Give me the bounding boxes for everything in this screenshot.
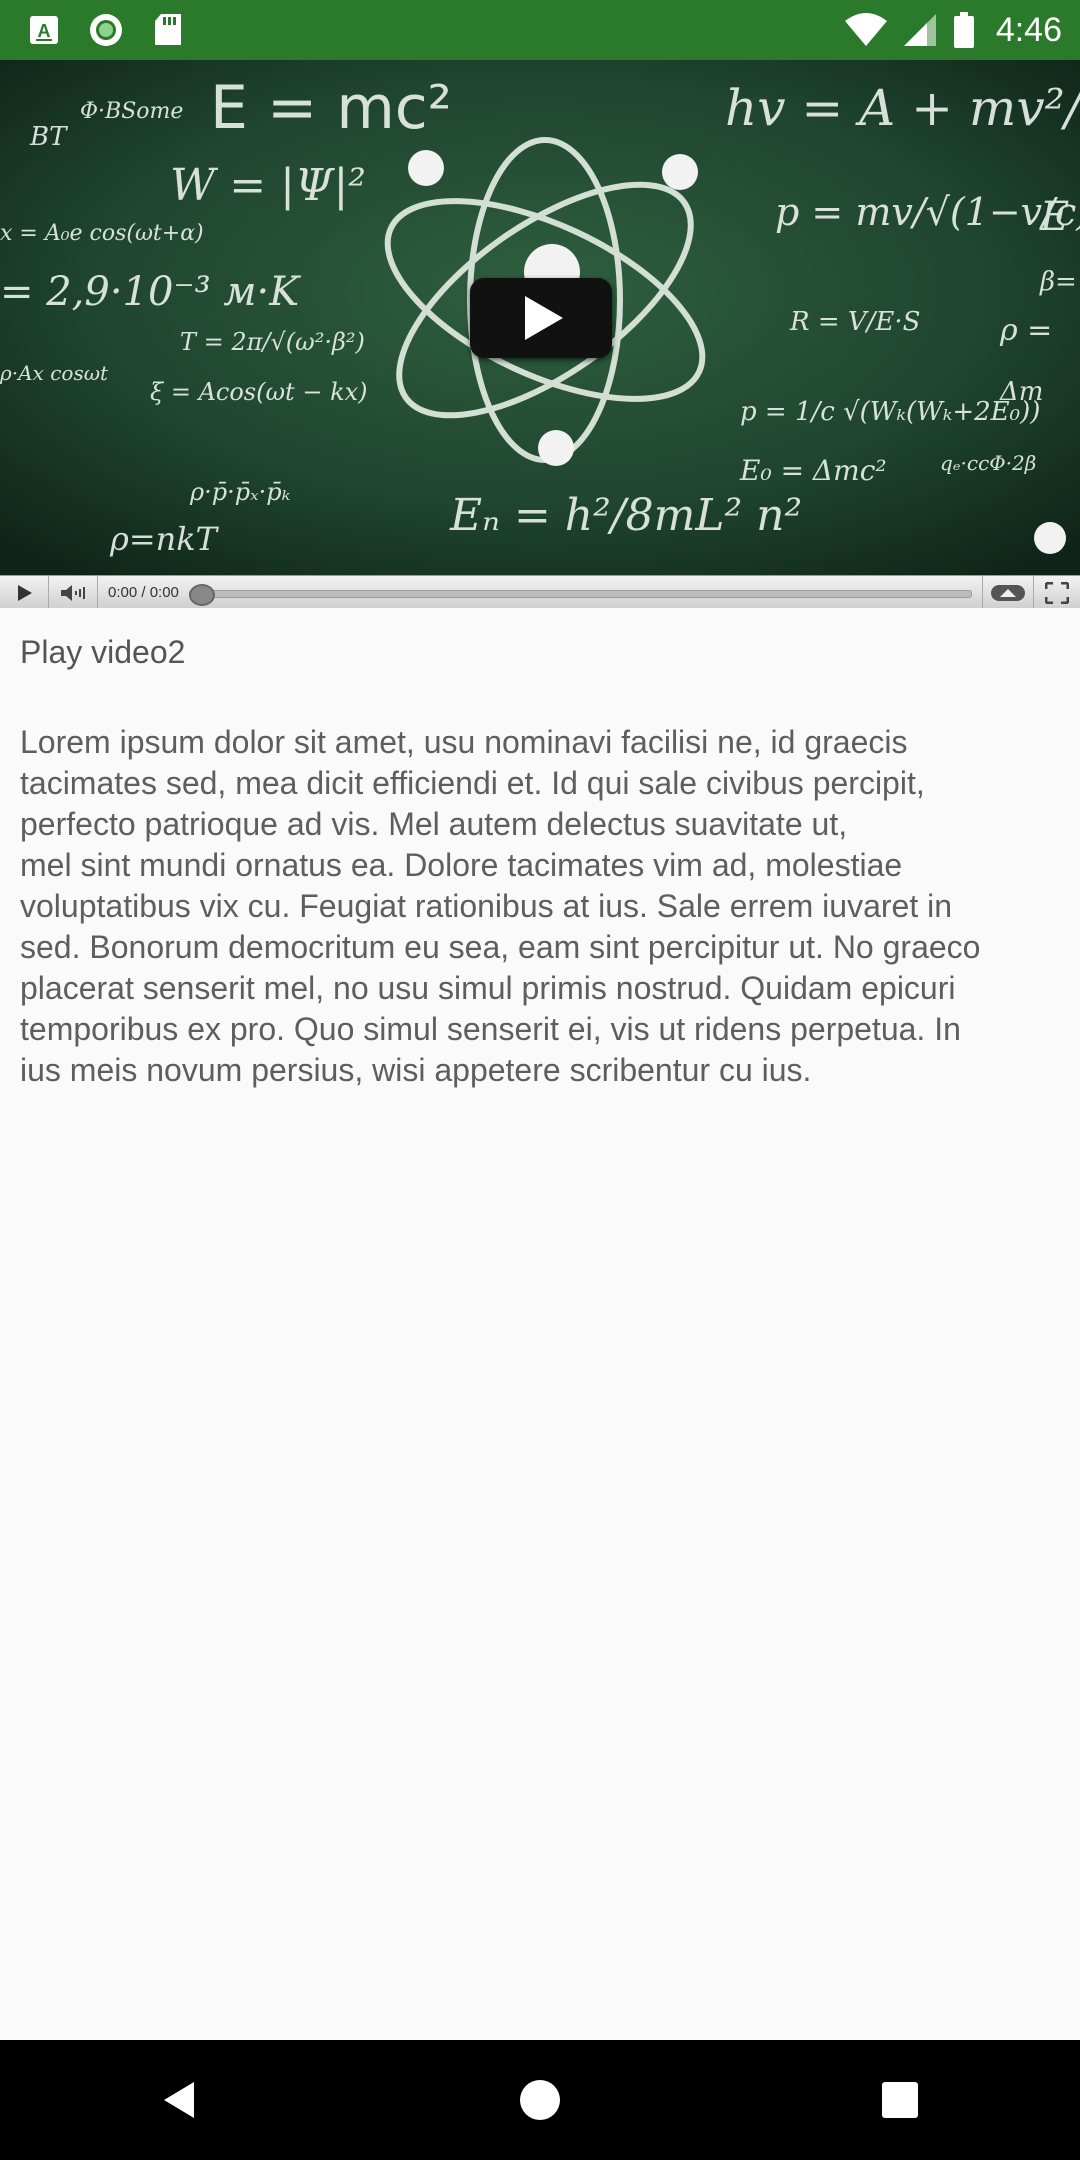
seek-track	[188, 590, 972, 598]
wifi-icon	[844, 12, 888, 48]
seek-bar[interactable]	[188, 576, 972, 608]
svg-text:E: E	[1039, 194, 1069, 240]
svg-text:E₀ = Δmc²: E₀ = Δmc²	[739, 454, 887, 487]
battery-icon	[952, 12, 976, 48]
svg-text:p = 1/c √(Wₖ(Wₖ+2E₀)): p = 1/c √(Wₖ(Wₖ+2E₀))	[740, 397, 1040, 427]
video-player[interactable]: E = mc² W = |Ψ|² = 2,9·10⁻³ м·K x = A₀e …	[0, 60, 1080, 608]
svg-text:= 2,9·10⁻³ м·K: = 2,9·10⁻³ м·K	[0, 269, 301, 315]
svg-text:ξ = Acos(ωt − kx): ξ = Acos(ωt − kx)	[150, 378, 368, 406]
svg-text:ρ =: ρ =	[999, 313, 1052, 348]
signal-icon	[902, 12, 938, 48]
svg-text:Δm: Δm	[999, 377, 1043, 407]
play-button[interactable]	[0, 576, 49, 608]
video-controls: 0:00 / 0:00	[0, 575, 1080, 608]
svg-text:hv = A + mv²/2: hv = A + mv²/2	[725, 79, 1080, 137]
play-icon	[525, 296, 563, 340]
sd-card-icon	[150, 12, 186, 48]
fullscreen-button[interactable]	[1034, 576, 1080, 608]
text-a-icon: A	[26, 12, 62, 48]
seek-handle[interactable]	[188, 584, 215, 606]
record-icon	[88, 12, 124, 48]
svg-text:qₑ·ccΦ·2β: qₑ·ccΦ·2β	[940, 451, 1036, 475]
status-right-icons: 4:46	[844, 8, 1062, 52]
back-button[interactable]	[120, 2050, 240, 2150]
back-icon	[164, 2082, 194, 2118]
home-icon	[520, 2080, 560, 2120]
time-display: 0:00 / 0:00	[108, 584, 179, 601]
svg-text:Φ·BSome: Φ·BSome	[80, 99, 183, 124]
play-icon	[18, 584, 32, 601]
clock: 4:46	[995, 10, 1062, 49]
svg-text:E = mc²: E = mc²	[210, 73, 452, 143]
svg-text:R = V/E·S: R = V/E·S	[789, 307, 920, 337]
volume-icon	[61, 584, 85, 601]
status-bar: A 4:46	[0, 0, 1080, 60]
svg-text:ρ=nkT: ρ=nkT	[109, 520, 220, 558]
navigation-bar	[0, 2040, 1080, 2160]
svg-text:A: A	[38, 21, 51, 41]
svg-text:W = |Ψ|²: W = |Ψ|²	[170, 160, 366, 211]
svg-text:ρ·Ax cosωt: ρ·Ax cosωt	[0, 361, 109, 385]
svg-text:T = 2π/√(ω²·β²): T = 2π/√(ω²·β²)	[180, 328, 365, 356]
svg-text:β=: β=	[1039, 267, 1077, 297]
svg-text:BT: BT	[29, 122, 68, 152]
chevron-up-icon	[991, 584, 1025, 601]
status-left-icons: A	[26, 10, 186, 50]
volume-button[interactable]	[49, 576, 98, 608]
video-title: Play video2	[20, 634, 186, 670]
recents-icon	[882, 2082, 918, 2118]
svg-text:x = A₀e cos(ωt+α): x = A₀e cos(ωt+α)	[0, 221, 204, 246]
svg-text:p = mv/√(1−v/c): p = mv/√(1−v/c)	[775, 190, 1080, 234]
description-text: Lorem ipsum dolor sit amet, usu nominavi…	[20, 724, 981, 1088]
svg-text:ρ·p̄·p̄ₓ·p̄ₖ: ρ·p̄·p̄ₓ·p̄ₖ	[189, 478, 291, 506]
quality-button[interactable]	[982, 576, 1034, 608]
fullscreen-icon	[1045, 581, 1069, 604]
svg-text:Eₙ = h²/8mL² n²: Eₙ = h²/8mL² n²	[449, 490, 802, 541]
play-overlay-button[interactable]	[470, 278, 612, 358]
recents-button[interactable]	[840, 2050, 960, 2150]
home-button[interactable]	[480, 2050, 600, 2150]
